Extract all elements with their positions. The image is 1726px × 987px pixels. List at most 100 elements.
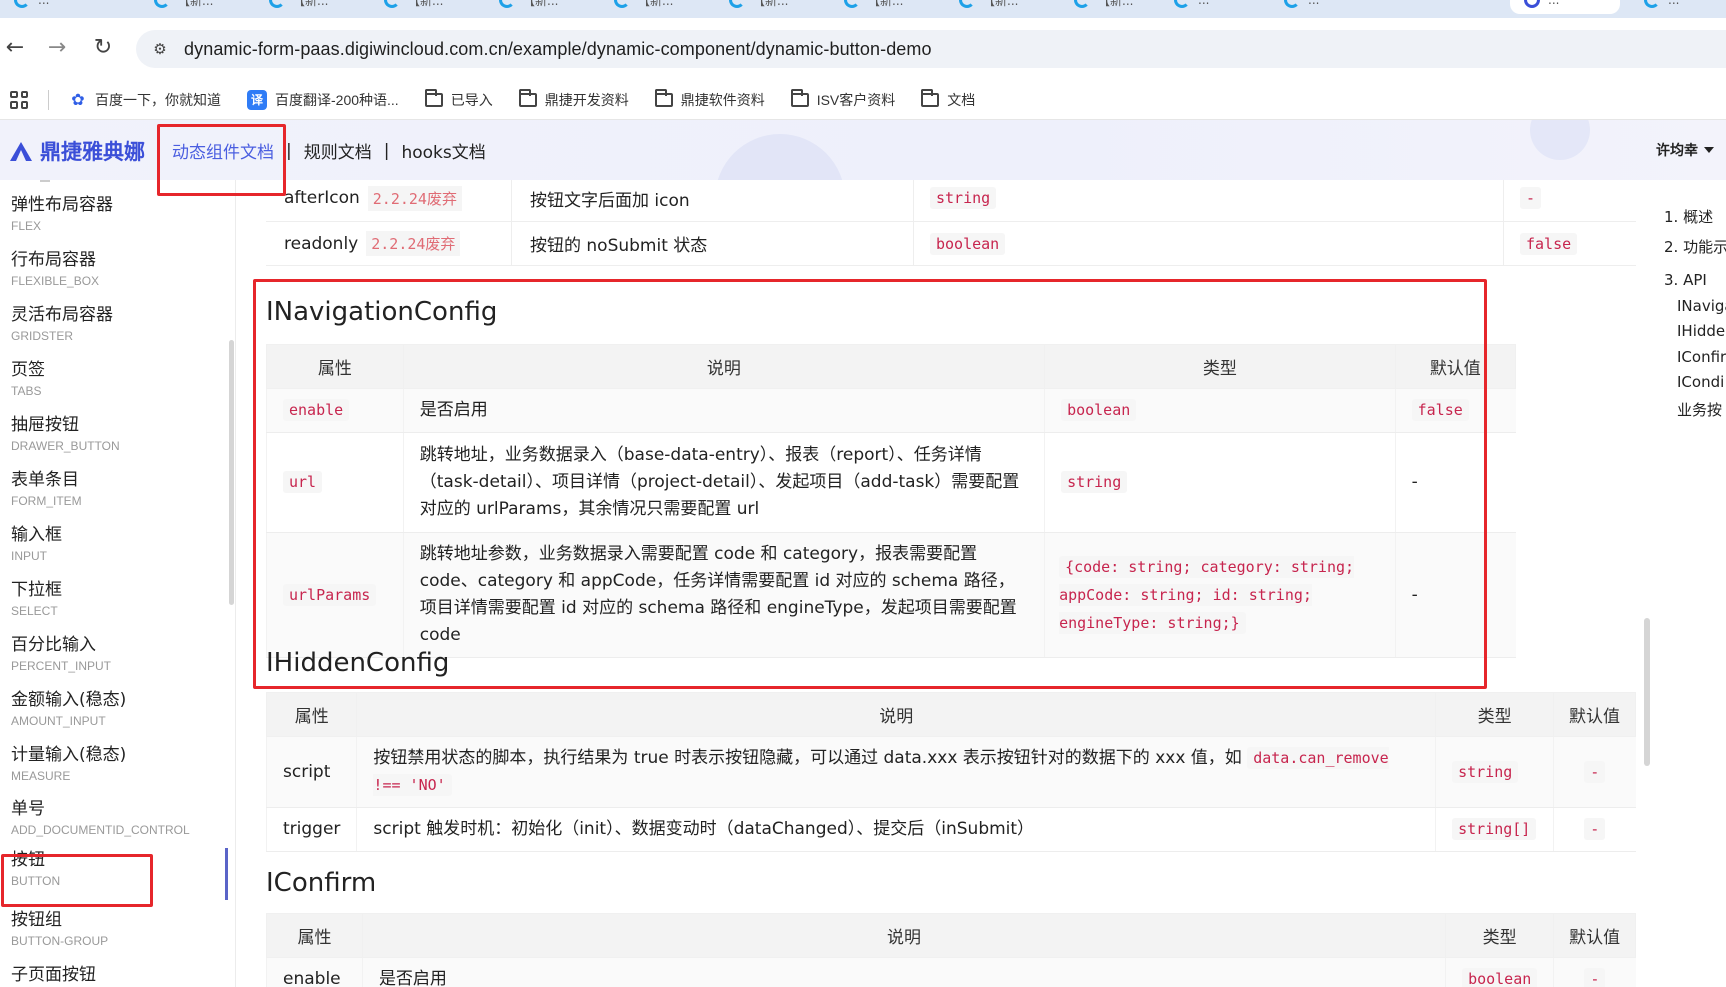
table-header-row: 属性 说明 类型 默认值 [266,913,1636,958]
browser-toolbar: ← → ↻ ⚙ dynamic-form-paas.digiwincloud.c… [0,18,1726,80]
prop-desc: 按钮禁用状态的脚本，执行结果为 true 时表示按钮隐藏，可以通过 data.x… [373,748,1242,768]
browser-tab[interactable]: 【新... [140,0,250,14]
sidebar-item-gridster[interactable]: 灵活布局容器 GRIDSTER [0,303,228,358]
url-text[interactable]: dynamic-form-paas.digiwincloud.com.cn/ex… [184,39,932,60]
sidebar-item-select[interactable]: 下拉框 SELECT [0,578,228,633]
sidebar-item-subpage-button[interactable]: 子页面按钮 [0,963,228,987]
prop-name: afterIcon [284,188,360,208]
address-bar[interactable]: ⚙ dynamic-form-paas.digiwincloud.com.cn/… [136,30,1726,68]
table-row: enable 是否启用 boolean - [266,957,1636,987]
user-name: 许均幸 [1656,143,1698,159]
toc-item-overview[interactable]: 1. 概述 [1664,206,1713,227]
prop-type: boolean [930,232,1006,255]
user-menu[interactable]: 许均幸 [1656,140,1714,160]
nav-hooks-docs[interactable]: hooks文档 [401,138,485,163]
sidebar-item-input[interactable]: 输入框 INPUT [0,523,228,578]
sidebar-item-button-group[interactable]: 按钮组 BUTTON-GROUP [0,908,228,963]
tab-favicon-icon [384,0,400,8]
bookmark-folder-isv[interactable]: ISV客户资料 [790,88,895,110]
site-settings-icon[interactable]: ⚙ [150,39,170,59]
apps-grid-icon[interactable] [10,90,28,109]
tab-favicon-icon [614,0,630,8]
header-decoration [1530,120,1590,160]
browser-tab[interactable]: ... [1270,0,1380,14]
sidebar-item-percent-input[interactable]: 百分比输入 PERCENT_INPUT [0,633,228,688]
section-title-confirm: IConfirm [266,868,377,898]
reload-icon[interactable]: ↻ [88,32,118,62]
athena-logo-icon [8,140,34,162]
sidebar-marker [40,180,50,182]
forward-arrow-icon[interactable]: → [42,32,72,62]
toc-item-navigation-config[interactable]: INaviga [1677,297,1726,315]
prop-name: enable [266,957,363,987]
tab-favicon-icon [154,0,170,8]
nav-separator: | [383,140,390,161]
browser-tab[interactable]: 【新... [1060,0,1170,14]
deprecated-tag: 2.2.24废弃 [366,231,461,256]
nav-rules-docs[interactable]: 规则文档 [304,138,372,163]
prop-desc: 是否启用 [361,957,1446,987]
highlight-box-navigation-config [253,279,1487,689]
table-header-row: 属性 说明 类型 默认值 [265,692,1636,737]
sidebar-item-measure[interactable]: 计量输入(稳态) MEASURE [0,743,228,798]
browser-tab[interactable]: 【新... [485,0,595,14]
toc-item-confirm[interactable]: IConfir [1677,348,1726,366]
prop-name: script [265,736,357,808]
sidebar-item-flex[interactable]: 弹性布局容器 FLEX [0,193,228,248]
folder-icon [790,88,809,107]
prop-type: string[] [1452,818,1537,840]
browser-tab[interactable]: ... [0,0,110,14]
highlight-box-nav [157,124,286,196]
browser-tab[interactable]: ... [1160,0,1270,14]
sidebar-item-amount-input[interactable]: 金额输入(稳态) AMOUNT_INPUT [0,688,228,743]
nav-separator: | [286,140,292,161]
bookmarks-separator [48,89,49,110]
toc-item-hidden-config[interactable]: IHidde [1677,322,1725,340]
prop-default: - [1584,968,1606,987]
toc-item-api[interactable]: 3. API [1664,271,1707,289]
sidebar-item-flexible-box[interactable]: 行布局容器 FLEXIBLE_BOX [0,248,228,303]
sidebar-item-form-item[interactable]: 表单条目 FORM_ITEM [0,468,228,523]
browser-tab[interactable]: 【新... [600,0,710,14]
sidebar-item-drawer-button[interactable]: 抽屉按钮 DRAWER_BUTTON [0,413,228,468]
prop-default: - [1584,760,1606,783]
tab-favicon-icon [14,0,30,8]
bookmark-folder-dev[interactable]: 鼎捷开发资料 [518,88,629,110]
bookmark-folder-imported[interactable]: 已导入 [424,88,493,110]
table-row: trigger script 触发时机：初始化（init）、数据变动时（data… [265,807,1636,852]
browser-tab[interactable]: 【新... [830,0,940,14]
deprecated-tag: 2.2.24废弃 [367,185,462,211]
browser-tab[interactable]: 【新... [945,0,1055,14]
sidebar-item-tabs[interactable]: 页签 TABS [0,358,228,413]
toc-item-features[interactable]: 2. 功能示 [1664,236,1726,257]
bookmark-baidu-translate[interactable]: 译百度翻译-200种语... [247,89,399,110]
toc-item-business-button[interactable]: 业务按 [1677,399,1722,420]
prop-type: string [1452,760,1519,783]
bookmark-folder-docs[interactable]: 文档 [921,88,975,110]
toc-item-condition[interactable]: ICondi [1677,373,1724,391]
folder-icon [921,88,940,107]
sidebar-item-document-id[interactable]: 单号 ADD_DOCUMENTID_CONTROL [0,797,228,852]
browser-tab[interactable]: 【新... [255,0,365,14]
browser-tab-active[interactable]: ... [1510,0,1620,14]
translate-icon: 译 [247,89,267,110]
table-row: script 按钮禁用状态的脚本，执行结果为 true 时表示按钮隐藏，可以通过… [265,736,1636,808]
tab-favicon-icon [499,0,515,8]
bookmark-baidu[interactable]: ✿ 百度一下，你就知道 [69,90,221,110]
brand-logo[interactable]: 鼎捷雅典娜 [8,136,145,166]
prop-default: - [1584,818,1606,840]
back-arrow-icon[interactable]: ← [0,32,30,62]
content-scrollbar[interactable] [1644,618,1650,766]
table-of-contents: 1. 概述 2. 功能示 3. API INaviga IHidde IConf… [1664,180,1726,987]
tab-favicon-icon [1174,0,1190,8]
prop-type: string [930,187,997,209]
browser-tab[interactable]: 【新... [370,0,480,14]
highlight-box-button-item [1,854,153,907]
tab-favicon-icon [1284,0,1300,8]
browser-tab[interactable]: 【新... [715,0,825,14]
tab-favicon-icon [1644,0,1660,8]
prop-desc: 按钮文字后面加 icon [512,180,914,221]
sidebar-scrollbar[interactable] [229,340,234,605]
bookmark-folder-software[interactable]: 鼎捷软件资料 [654,88,765,110]
browser-tab[interactable]: ... [1630,0,1726,14]
